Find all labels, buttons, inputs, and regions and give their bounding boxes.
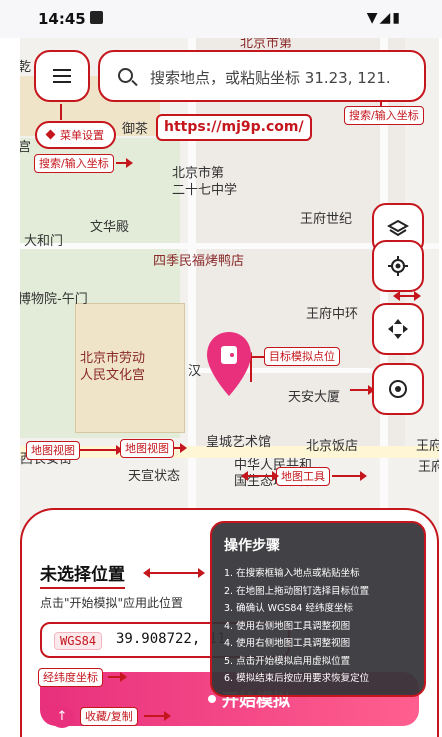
menu-arrow: [60, 104, 62, 120]
locate-button[interactable]: [372, 240, 424, 292]
map-label-gong: 宫: [20, 140, 32, 155]
map-label-tiananmen-ave: 天安大厦: [288, 390, 341, 405]
menu-settings-label: 菜单设置: [60, 129, 104, 142]
search-input[interactable]: 搜索地点，或粘贴坐标 31.23, 121.: [98, 50, 426, 102]
coord-arrow: [108, 672, 127, 682]
search-tag-right: 搜索/输入坐标: [344, 106, 424, 125]
move-icon: [388, 319, 408, 339]
map-label-han: 汉: [188, 364, 202, 379]
step-item: 4. 使用右侧地图工具调整视图: [224, 620, 351, 632]
steps-title: 操作步骤: [224, 538, 280, 554]
move-button[interactable]: [372, 303, 424, 355]
search-placeholder: 搜索地点，或粘贴坐标 31.23, 121.: [150, 69, 391, 87]
tool-arrow-1: [350, 385, 375, 395]
tool-arrow-2: [393, 291, 421, 301]
step-item: 2. 在地图上拖动图钉选择目标位置: [224, 585, 370, 597]
map-label-wangfu-right: 王府: [416, 439, 439, 454]
target-point-tag: 目标模拟点位: [264, 347, 340, 366]
map-label-school: 北京市第 二十七中学: [172, 166, 238, 198]
diamond-icon: [45, 129, 56, 140]
map-tools-arrow-2: [332, 471, 367, 481]
fav-copy-tag: 收藏/复制: [80, 707, 138, 726]
status-time: 14:45: [38, 10, 86, 28]
map-label-wangfu-century: 王府世纪: [300, 212, 353, 227]
target-icon: [389, 380, 407, 398]
menu-button[interactable]: [34, 50, 90, 102]
menu-settings-tag: 菜单设置: [35, 121, 116, 149]
step-item: 1. 在搜索框输入地点或粘贴坐标: [224, 568, 360, 579]
locate-icon: [388, 256, 408, 276]
status-bar: 14:45 ▼◢▮: [0, 0, 442, 38]
wgs84-badge: WGS84: [54, 632, 103, 650]
map-label-beijing-hotel: 北京饭店: [306, 439, 359, 454]
map-label-tiananmen-east: 天宣状态: [128, 469, 181, 484]
step-item: 3. 确确认 WGS84 经纬度坐标: [224, 603, 353, 614]
menu-icon: [53, 69, 71, 83]
coord-label-tag: 经纬度坐标: [38, 668, 103, 687]
map-view-arrow-2: [174, 443, 187, 453]
map-view-tag-2: 地图视图: [120, 439, 174, 458]
map-label-wenhua: 文华殿: [90, 220, 130, 235]
steps-panel: 操作步骤 1. 在搜索框输入地点或粘贴坐标 2. 在地图上拖动图钉选择目标位置 …: [210, 521, 426, 697]
start-dot-icon: [208, 695, 216, 703]
map-label-yucha: 御茶: [122, 122, 149, 137]
map-view-arrow: [80, 445, 123, 455]
search-arrow-right: [380, 100, 382, 106]
step-item: 5. 点击开始模拟启用虚拟位置: [224, 655, 351, 667]
title-arrow: [143, 568, 205, 578]
url-tag: https://mj9p.com/: [156, 114, 312, 141]
search-tag-left: 搜索/输入坐标: [34, 154, 114, 173]
location-hint: 点击"开始模拟"应用此位置: [40, 596, 184, 610]
map-tools-tag: 地图工具: [276, 467, 330, 486]
map-label-wangfu-center: 王府中环: [306, 307, 359, 322]
layers-icon: [387, 219, 409, 237]
step-item: 6. 模拟结束后按应用要求恢复定位: [224, 673, 370, 684]
road-v1: [188, 38, 196, 508]
map-pin-icon[interactable]: [205, 330, 253, 400]
map-view-tag: 地图视图: [26, 441, 80, 460]
map-label-duck: 四季民福烤鸭店: [153, 254, 245, 269]
map-label-museum: 博物院-午门: [20, 292, 88, 307]
favorite-copy-button[interactable]: ↑: [50, 706, 74, 728]
steps-list: 1. 在搜索框输入地点或粘贴坐标 2. 在地图上拖动图钉选择目标位置 3. 确确…: [224, 565, 418, 688]
map-label-huangcheng: 皇城艺术馆: [206, 435, 272, 450]
signal-battery-icon: ▼◢▮: [366, 10, 402, 26]
notification-icon: [90, 11, 103, 24]
map-label-labor-palace: 北京市劳动 人民文化宫: [80, 351, 146, 383]
search-icon: [118, 68, 133, 83]
map-tools-arrow: [241, 471, 279, 481]
location-title: 未选择位置: [40, 560, 125, 589]
step-item: 4. 使用右侧地图工具调整视图: [224, 638, 351, 649]
target-button[interactable]: [372, 363, 424, 415]
search-arrow-left: [116, 158, 133, 168]
fav-arrow: [144, 711, 171, 721]
map-label-wangfu-right-2: 王府: [418, 460, 439, 475]
map-label-qian: 乾: [20, 60, 32, 75]
map-label-taihe: 大和门: [24, 234, 64, 249]
